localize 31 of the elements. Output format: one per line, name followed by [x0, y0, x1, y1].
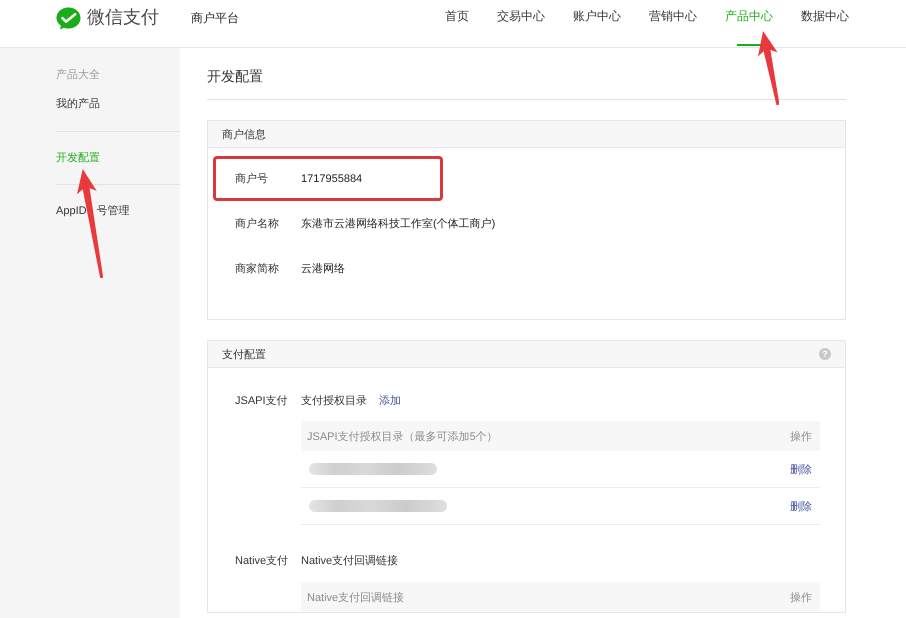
- field-label: 商家简称: [235, 262, 280, 276]
- sidebar-group-title: 产品大全: [56, 68, 100, 83]
- nav-tab[interactable]: 首页: [445, 0, 469, 47]
- column-header: 操作: [790, 430, 812, 444]
- delete-link[interactable]: 删除: [790, 462, 812, 476]
- delete-link[interactable]: 删除: [790, 498, 812, 514]
- add-link[interactable]: 添加: [379, 392, 401, 410]
- sidebar-item[interactable]: AppID 号管理: [56, 185, 180, 237]
- section-label: Native支付: [235, 555, 288, 567]
- nav-tab[interactable]: 交易中心: [497, 0, 545, 47]
- brand-name: 微信支付: [87, 6, 159, 29]
- card-title: 商户信息: [222, 128, 266, 142]
- column-header: JSAPI支付授权目录（最多可添加5个）: [307, 430, 498, 444]
- nav-tab[interactable]: 数据中心: [801, 0, 849, 47]
- field-value: 1717955884: [301, 172, 362, 184]
- platform-name: 商户平台: [191, 10, 239, 26]
- sidebar-item[interactable]: 我的产品: [56, 94, 180, 131]
- column-header: Native支付回调链接: [307, 590, 404, 604]
- card-title: 支付配置: [222, 348, 266, 362]
- page-title: 开发配置: [207, 68, 263, 84]
- field-value: 云港网络: [301, 262, 345, 276]
- field-label: 商户号: [235, 172, 269, 186]
- check-bubble-icon: [56, 7, 81, 30]
- field-value: 东港市云港网络科技工作室(个体工商户): [301, 216, 496, 231]
- section-label: JSAPI支付: [235, 395, 288, 407]
- nav-tab[interactable]: 营销中心: [649, 0, 697, 47]
- nav-tab[interactable]: 账户中心: [573, 0, 621, 47]
- column-header: 操作: [790, 590, 812, 604]
- field-label: 商户名称: [235, 216, 280, 231]
- section-subtitle: Native支付回调链接: [301, 554, 398, 569]
- section-subtitle: 支付授权目录: [301, 394, 367, 409]
